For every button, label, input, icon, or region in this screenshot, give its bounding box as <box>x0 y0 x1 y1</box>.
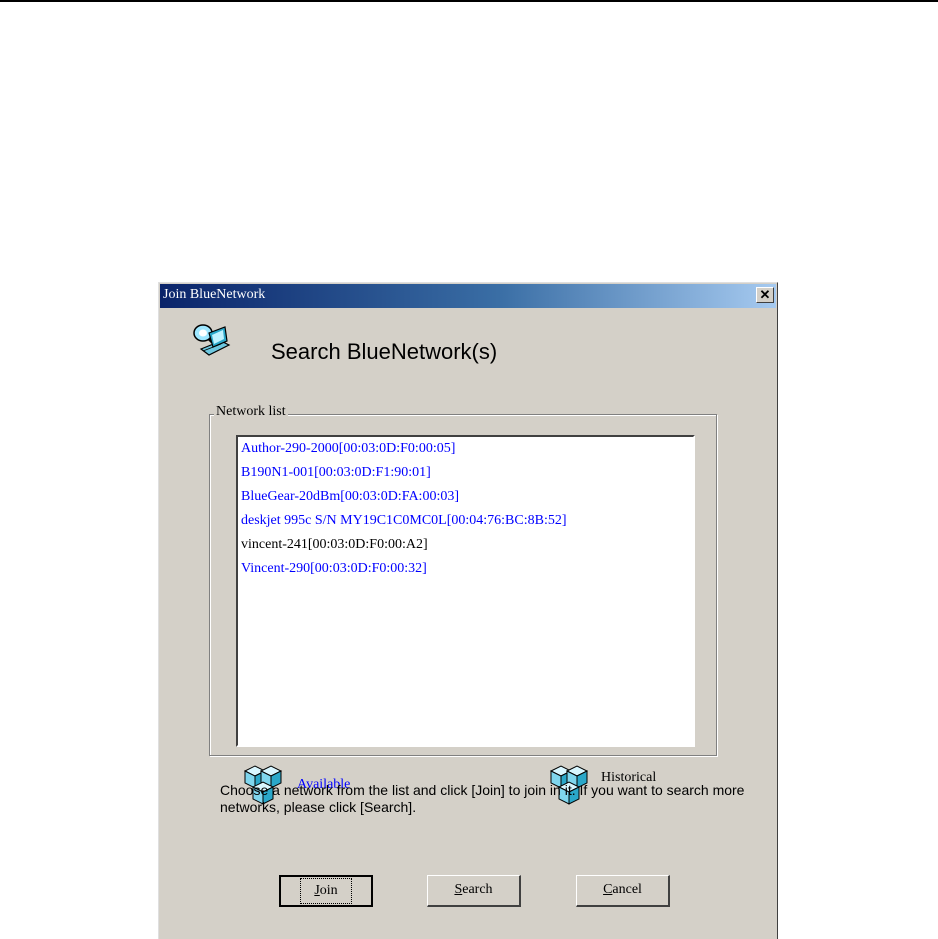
network-listbox[interactable]: Author-290-2000[00:03:0D:F0:00:05] B190N… <box>236 435 695 747</box>
cancel-accel: C <box>603 882 613 897</box>
search-button[interactable]: Search <box>427 875 521 907</box>
network-list-item[interactable]: B190N1-001[00:03:0D:F1:90:01] <box>241 464 431 481</box>
cancel-button[interactable]: Cancel <box>576 875 670 907</box>
network-list-item[interactable]: deskjet 995c S/N MY19C1C0MC0L[00:04:76:B… <box>241 512 567 529</box>
title-bar[interactable]: Join BlueNetwork ✕ <box>160 284 776 308</box>
search-network-icon <box>193 324 231 356</box>
window-title: Join BlueNetwork <box>163 287 266 302</box>
join-label-rest: oin <box>319 883 338 898</box>
join-button[interactable]: Join <box>279 875 373 907</box>
network-list-item[interactable]: Author-290-2000[00:03:0D:F0:00:05] <box>241 440 455 457</box>
network-list-item[interactable]: Vincent-290[00:03:0D:F0:00:32] <box>241 560 427 577</box>
network-list-item[interactable]: BlueGear-20dBm[00:03:0D:FA:00:03] <box>241 488 459 505</box>
cancel-label-rest: ancel <box>612 882 642 897</box>
close-button[interactable]: ✕ <box>756 287 774 303</box>
instruction-text: Choose a network from the list and click… <box>220 782 745 815</box>
page-top-rule <box>0 0 938 2</box>
network-list-label: Network list <box>214 404 288 420</box>
close-icon: ✕ <box>759 287 771 302</box>
header-title: Search BlueNetwork(s) <box>271 339 498 364</box>
network-list-item[interactable]: vincent-241[00:03:0D:F0:00:A2] <box>241 536 428 553</box>
join-bluenetwork-dialog: Join BlueNetwork ✕ Search BlueNetwork(s)… <box>158 282 778 939</box>
search-label-rest: earch <box>462 882 493 897</box>
